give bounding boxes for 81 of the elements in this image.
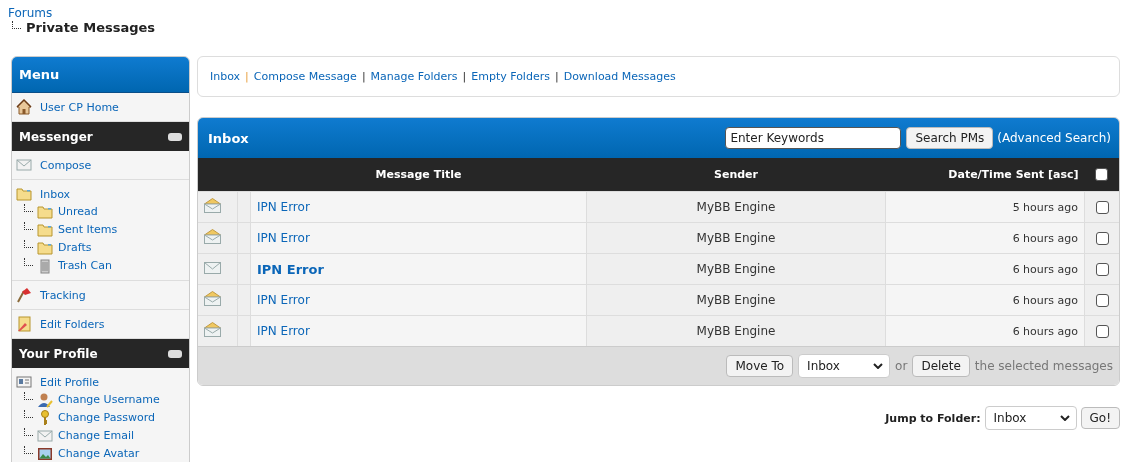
sidebar-link[interactable]: Drafts (58, 241, 92, 254)
sent-time: 6 hours ago (1012, 324, 1078, 338)
sidebar-link[interactable]: Tracking (40, 288, 86, 302)
sender-name: MyBB Engine (696, 231, 776, 245)
link-separator: | (462, 70, 467, 83)
collapse-icon[interactable] (168, 349, 182, 358)
row-checkbox[interactable] (1095, 262, 1109, 276)
row-checkbox[interactable] (1095, 324, 1109, 338)
sent-time: 5 hours ago (1012, 200, 1078, 214)
nav-link[interactable]: Compose Message (253, 70, 357, 83)
panel-title: Inbox (208, 130, 250, 146)
search-field[interactable]: Enter Keywords (725, 127, 902, 149)
search-button[interactable]: Search PMs (906, 127, 994, 149)
sidebar-link[interactable]: Change Avatar (58, 447, 140, 460)
message-title-link[interactable]: IPN Error (257, 261, 324, 277)
sidebar-link[interactable]: Unread (58, 205, 98, 218)
user-pencil-icon (37, 391, 53, 408)
house-icon (16, 99, 32, 115)
advanced-search-link[interactable]: (Advanced Search) (997, 131, 1111, 145)
sender-name: MyBB Engine (696, 262, 776, 276)
sidebar-link[interactable]: Edit Profile (40, 375, 99, 389)
folder-icon (16, 186, 32, 202)
message-title-link[interactable]: IPN Error (257, 200, 310, 214)
menu-title: Menu (12, 57, 189, 93)
link-separator: | (361, 70, 366, 83)
folder-pencil-icon (16, 316, 32, 332)
flag-icon (16, 287, 32, 303)
sent-time: 6 hours ago (1012, 231, 1078, 245)
jump-label: Jump to Folder: (885, 411, 981, 425)
sidebar-link[interactable]: Edit Folders (40, 317, 105, 331)
sidebar-link[interactable]: Change Email (58, 429, 135, 442)
sidebar-link[interactable]: Sent Items (58, 223, 118, 236)
column-header[interactable]: Message Title (250, 158, 587, 192)
link-separator: | (554, 70, 559, 83)
folder-icon (37, 221, 53, 238)
nav-link[interactable]: Empty Folders (471, 70, 550, 83)
row-checkbox[interactable] (1095, 293, 1109, 307)
folder-select[interactable]: Inbox (984, 406, 1077, 430)
sidebar-link[interactable]: Inbox (40, 187, 71, 201)
breadcrumb-link[interactable]: Forums (8, 6, 53, 20)
or-label: or (895, 359, 908, 373)
sidebar-link[interactable]: User CP Home (40, 100, 119, 114)
sender-name: MyBB Engine (696, 200, 776, 214)
message-title-link[interactable]: IPN Error (257, 324, 310, 338)
envelope-icon (16, 157, 32, 173)
sidebar-link[interactable]: Change Username (58, 393, 160, 406)
delete-button[interactable]: Delete (912, 355, 970, 377)
folder-icon (37, 239, 53, 256)
link-separator: | (245, 70, 249, 83)
nav-link[interactable]: Download Messages (563, 70, 676, 83)
nav-link[interactable]: Inbox (210, 70, 241, 83)
collapse-icon[interactable] (168, 132, 182, 141)
folder-select[interactable]: Inbox (798, 354, 891, 378)
folder-icon (37, 203, 53, 220)
sidebar-link[interactable]: Trash Can (58, 259, 112, 272)
sidebar-link[interactable]: Change Password (58, 411, 155, 424)
row-checkbox[interactable] (1095, 231, 1109, 245)
section-title: Your Profile (19, 346, 98, 361)
column-header[interactable]: Sender (586, 158, 886, 192)
caret-icon (873, 363, 884, 369)
go-button[interactable]: Go! (1080, 407, 1120, 429)
nav-link[interactable]: Manage Folders (370, 70, 458, 83)
caret-icon (1059, 415, 1070, 421)
message-title-link[interactable]: IPN Error (257, 293, 310, 307)
column-header[interactable]: Date/Time Sent [asc] (885, 158, 1085, 192)
trash-can-icon (37, 257, 53, 274)
row-checkbox[interactable] (1095, 200, 1109, 214)
section-title: Messenger (19, 129, 93, 144)
id-card-icon (16, 374, 32, 390)
sender-name: MyBB Engine (696, 293, 776, 307)
image-icon (37, 445, 53, 462)
sender-name: MyBB Engine (696, 324, 776, 338)
envelope-icon (37, 427, 53, 444)
sent-time: 6 hours ago (1012, 293, 1078, 307)
move-button[interactable]: Move To (726, 355, 794, 377)
sidebar-link[interactable]: Compose (40, 158, 92, 172)
message-title-link[interactable]: IPN Error (257, 231, 310, 245)
selection-label: the selected messages (974, 359, 1113, 373)
page-title: Private Messages (26, 20, 156, 35)
select-all-checkbox[interactable] (1095, 168, 1109, 182)
sent-time: 6 hours ago (1012, 262, 1078, 276)
